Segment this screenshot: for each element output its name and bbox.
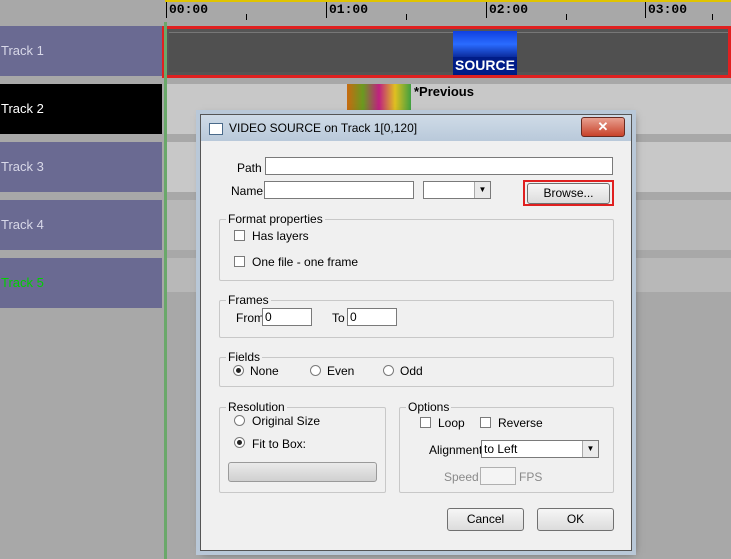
dialog-title: VIDEO SOURCE on Track 1[0,120] (229, 121, 418, 135)
track-1-lane[interactable]: SOURCE (162, 26, 731, 78)
dialog-titlebar[interactable]: VIDEO SOURCE on Track 1[0,120] ✕ (201, 115, 631, 141)
chevron-down-icon: ▼ (582, 441, 598, 457)
ruler-tick-0: 00:00 (166, 2, 208, 18)
from-label: From (236, 311, 264, 325)
reverse-label: Reverse (498, 416, 543, 430)
ruler-minor-tick (566, 14, 567, 20)
speed-input[interactable] (480, 467, 516, 485)
browse-highlight-box (523, 180, 614, 206)
timeline-ruler[interactable]: 00:00 01:00 02:00 03:00 (0, 0, 731, 22)
loop-label: Loop (438, 416, 465, 430)
track-2-label[interactable]: Track 2 (0, 84, 162, 134)
path-input[interactable] (265, 157, 613, 175)
track-3-label[interactable]: Track 3 (0, 142, 162, 192)
fps-label: FPS (519, 470, 543, 484)
reverse-checkbox[interactable] (480, 417, 491, 428)
previous-clip-thumbnail[interactable] (347, 84, 411, 118)
fields-none-label: None (250, 364, 279, 378)
fields-even-label: Even (327, 364, 355, 378)
alignment-select[interactable]: to Left ▼ (481, 440, 599, 458)
format-properties-title: Format properties (226, 212, 325, 226)
speed-label: Speed (444, 470, 479, 484)
ruler-minor-tick (406, 14, 407, 20)
ruler-minor-tick (246, 14, 247, 20)
has-layers-label: Has layers (252, 229, 309, 243)
path-label: Path (237, 161, 262, 175)
fit-to-box-radio[interactable] (234, 437, 245, 448)
alignment-label: Alignment (429, 443, 483, 457)
track-4-label[interactable]: Track 4 (0, 200, 162, 250)
loop-checkbox[interactable] (420, 417, 431, 428)
has-layers-checkbox[interactable] (234, 230, 245, 241)
ok-button[interactable]: OK (537, 508, 614, 531)
one-file-label: One file - one frame (252, 255, 359, 269)
resolution-title: Resolution (226, 400, 287, 414)
fields-odd-radio[interactable] (383, 365, 394, 376)
ruler-tick-2: 02:00 (486, 2, 528, 18)
alignment-value: to Left (484, 442, 518, 456)
track-1-lane-body (169, 32, 728, 72)
name-select[interactable]: ▼ (423, 181, 491, 199)
cancel-button[interactable]: Cancel (447, 508, 524, 531)
fields-odd-label: Odd (400, 364, 423, 378)
track-1-label[interactable]: Track 1 (0, 26, 162, 76)
to-label: To (332, 311, 345, 325)
playhead[interactable] (164, 22, 167, 559)
fit-to-box-label: Fit to Box: (252, 437, 307, 451)
window-icon (209, 123, 223, 135)
previous-clip-label: *Previous (414, 84, 474, 99)
frames-title: Frames (226, 293, 271, 307)
source-clip[interactable]: SOURCE (453, 31, 517, 75)
close-button[interactable]: ✕ (581, 117, 625, 137)
name-input[interactable] (264, 181, 414, 199)
options-title: Options (406, 400, 452, 414)
original-size-radio[interactable] (234, 415, 245, 426)
chevron-down-icon: ▼ (474, 182, 490, 198)
ruler-tick-3: 03:00 (645, 2, 687, 18)
fields-even-radio[interactable] (310, 365, 321, 376)
ruler-tick-1: 01:00 (326, 2, 368, 18)
ruler-minor-tick (712, 14, 713, 20)
one-file-checkbox[interactable] (234, 256, 245, 267)
fields-title: Fields (226, 350, 263, 364)
original-size-label: Original Size (252, 414, 321, 428)
from-input[interactable]: 0 (262, 308, 312, 326)
track-5-label[interactable]: Track 5 (0, 258, 162, 308)
video-source-dialog: VIDEO SOURCE on Track 1[0,120] ✕ Path Na… (200, 114, 632, 551)
name-label: Name (231, 184, 264, 198)
source-clip-label: SOURCE (453, 57, 517, 73)
fields-none-radio[interactable] (233, 365, 244, 376)
fit-to-box-size-button (228, 462, 377, 482)
to-input[interactable]: 0 (347, 308, 397, 326)
